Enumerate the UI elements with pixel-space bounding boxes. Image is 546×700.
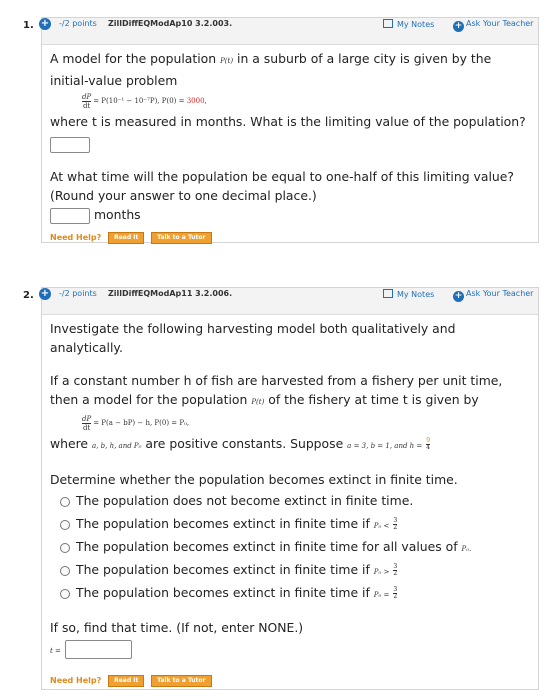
question-number: 2. <box>23 290 34 301</box>
question-intro: Investigate the following harvesting mod… <box>50 321 456 355</box>
option-fraction: 32 <box>393 564 398 577</box>
option-1[interactable]: The population does not become extinct i… <box>60 489 530 512</box>
frac-num: dP <box>82 414 92 424</box>
option-2[interactable]: The population becomes extinct in finite… <box>60 512 530 535</box>
question-paragraph: If a constant number h of fish are harve… <box>50 371 530 412</box>
question-2-header: 2. + -/2 points ZillDiffEQModAp11 3.2.00… <box>23 288 538 315</box>
frac-num: dP <box>82 92 92 102</box>
talk-tutor-button[interactable]: Talk to a Tutor <box>151 231 212 244</box>
plus-circle-icon: + <box>453 291 464 302</box>
need-help-label: Need Help? <box>50 233 102 242</box>
derivative-fraction: dP dt <box>82 414 92 432</box>
my-notes-label: My Notes <box>397 20 435 29</box>
options-list: The population does not become extinct i… <box>50 489 530 604</box>
need-help-row: Need Help? Read It Talk to a Tutor <box>50 671 530 690</box>
radio-button[interactable] <box>60 542 70 553</box>
math-pt: P(t) <box>220 57 234 65</box>
notes-icon <box>383 19 393 28</box>
option-label: The population becomes extinct in finite… <box>76 516 370 531</box>
plus-circle-icon: + <box>453 21 464 32</box>
plus-circle-icon[interactable]: + <box>39 18 51 30</box>
math-suppose: a = 3, b = 1, and h = <box>347 442 423 450</box>
read-it-button[interactable]: Read It <box>108 231 145 244</box>
find-time-text: If so, find that time. (If not, enter NO… <box>50 620 304 635</box>
answer-input-time[interactable] <box>50 207 90 224</box>
frac-den: 2 <box>393 570 398 577</box>
harvest-equation: dP dt = P(a − bP) − h, P(0) = P₀, <box>82 412 530 434</box>
option-4[interactable]: The population becomes extinct in finite… <box>60 558 530 581</box>
question-2-body: Investigate the following harvesting mod… <box>42 315 538 698</box>
option-condition: P₀ > <box>373 568 390 576</box>
determine-text: Determine whether the population becomes… <box>50 472 458 487</box>
eq-end: , <box>204 97 207 105</box>
option-condition: P₀. <box>461 545 472 553</box>
ask-teacher-label: Ask Your Teacher <box>466 19 534 28</box>
initial-value: 3000 <box>186 97 205 105</box>
question-1-header: 1. + -/2 points ZillDiffEQModAp10 3.2.00… <box>23 18 538 45</box>
h-fraction: 94 <box>426 438 431 451</box>
option-label: The population becomes extinct in finite… <box>76 585 370 600</box>
ask-teacher-label: Ask Your Teacher <box>466 289 534 298</box>
math-vars: a, b, h, and P₀ <box>92 442 142 450</box>
option-fraction: 32 <box>393 518 398 531</box>
option-condition: P₀ = <box>373 591 390 599</box>
option-fraction: 32 <box>393 587 398 600</box>
intro-text: A model for the population <box>50 51 217 66</box>
ask-teacher-link[interactable]: + Ask Your Teacher <box>453 19 533 32</box>
option-label: The population becomes extinct in finite… <box>76 562 370 577</box>
question-id: ZillDiffEQModAp11 3.2.006. <box>108 289 233 298</box>
plus-circle-icon[interactable]: + <box>39 288 51 300</box>
option-5[interactable]: The population becomes extinct in finite… <box>60 581 530 604</box>
question-text-2: At what time will the population be equa… <box>50 169 514 203</box>
talk-tutor-button[interactable]: Talk to a Tutor <box>151 674 212 687</box>
radio-button[interactable] <box>60 496 70 507</box>
math-pt: P(t) <box>251 398 265 406</box>
constants-text: where a, b, h, and P₀ are positive const… <box>50 434 530 456</box>
points-label: -/2 points <box>59 289 97 298</box>
derivative-fraction: dP dt <box>82 92 92 110</box>
frac-den: dt <box>82 423 91 432</box>
my-notes-label: My Notes <box>397 290 435 299</box>
question-number: 1. <box>23 20 34 31</box>
answer-input-limit[interactable] <box>50 136 90 153</box>
my-notes-link[interactable]: My Notes <box>383 19 434 29</box>
need-help-row: Need Help? Read It Talk to a Tutor <box>50 228 530 247</box>
ask-teacher-link[interactable]: + Ask Your Teacher <box>453 289 533 302</box>
radio-button[interactable] <box>60 565 70 576</box>
option-condition: P₀ < <box>373 522 390 530</box>
question-id: ZillDiffEQModAp10 3.2.003. <box>108 19 233 28</box>
option-label: The population becomes extinct in finite… <box>76 539 458 554</box>
frac-den: 2 <box>393 593 398 600</box>
need-help-label: Need Help? <box>50 676 102 685</box>
question-intro: A model for the population P(t) in a sub… <box>50 49 530 90</box>
question-2-card: 2. + -/2 points ZillDiffEQModAp11 3.2.00… <box>23 287 539 690</box>
eq-body: = P(10⁻¹ − 10⁻⁷P), P(0) = <box>93 97 187 105</box>
points-label: -/2 points <box>59 19 97 28</box>
where-text-2: are positive constants. Suppose <box>145 436 344 451</box>
question-text-1: where t is measured in months. What is t… <box>50 114 526 129</box>
option-label: The population does not become extinct i… <box>76 493 414 508</box>
radio-button[interactable] <box>60 519 70 530</box>
para-text-2: of the fishery at time t is given by <box>268 392 479 407</box>
frac-den: 4 <box>426 444 431 451</box>
answer-input-t[interactable] <box>64 640 132 659</box>
question-1-card: 1. + -/2 points ZillDiffEQModAp10 3.2.00… <box>23 17 539 244</box>
frac-den: dt <box>82 101 91 110</box>
my-notes-link[interactable]: My Notes <box>383 289 434 299</box>
radio-button[interactable] <box>60 588 70 599</box>
unit-label: months <box>93 207 141 222</box>
frac-den: 2 <box>393 524 398 531</box>
question-1-body: A model for the population P(t) in a sub… <box>42 45 538 255</box>
differential-equation: dP dt = P(10⁻¹ − 10⁻⁷P), P(0) = 3000, <box>82 90 530 112</box>
t-label: t = <box>50 647 61 655</box>
where-text: where <box>50 436 89 451</box>
read-it-button[interactable]: Read It <box>108 674 145 687</box>
eq-body: = P(a − bP) − h, P(0) = P₀, <box>93 419 190 427</box>
option-3[interactable]: The population becomes extinct in finite… <box>60 535 530 558</box>
notes-icon <box>383 289 393 298</box>
